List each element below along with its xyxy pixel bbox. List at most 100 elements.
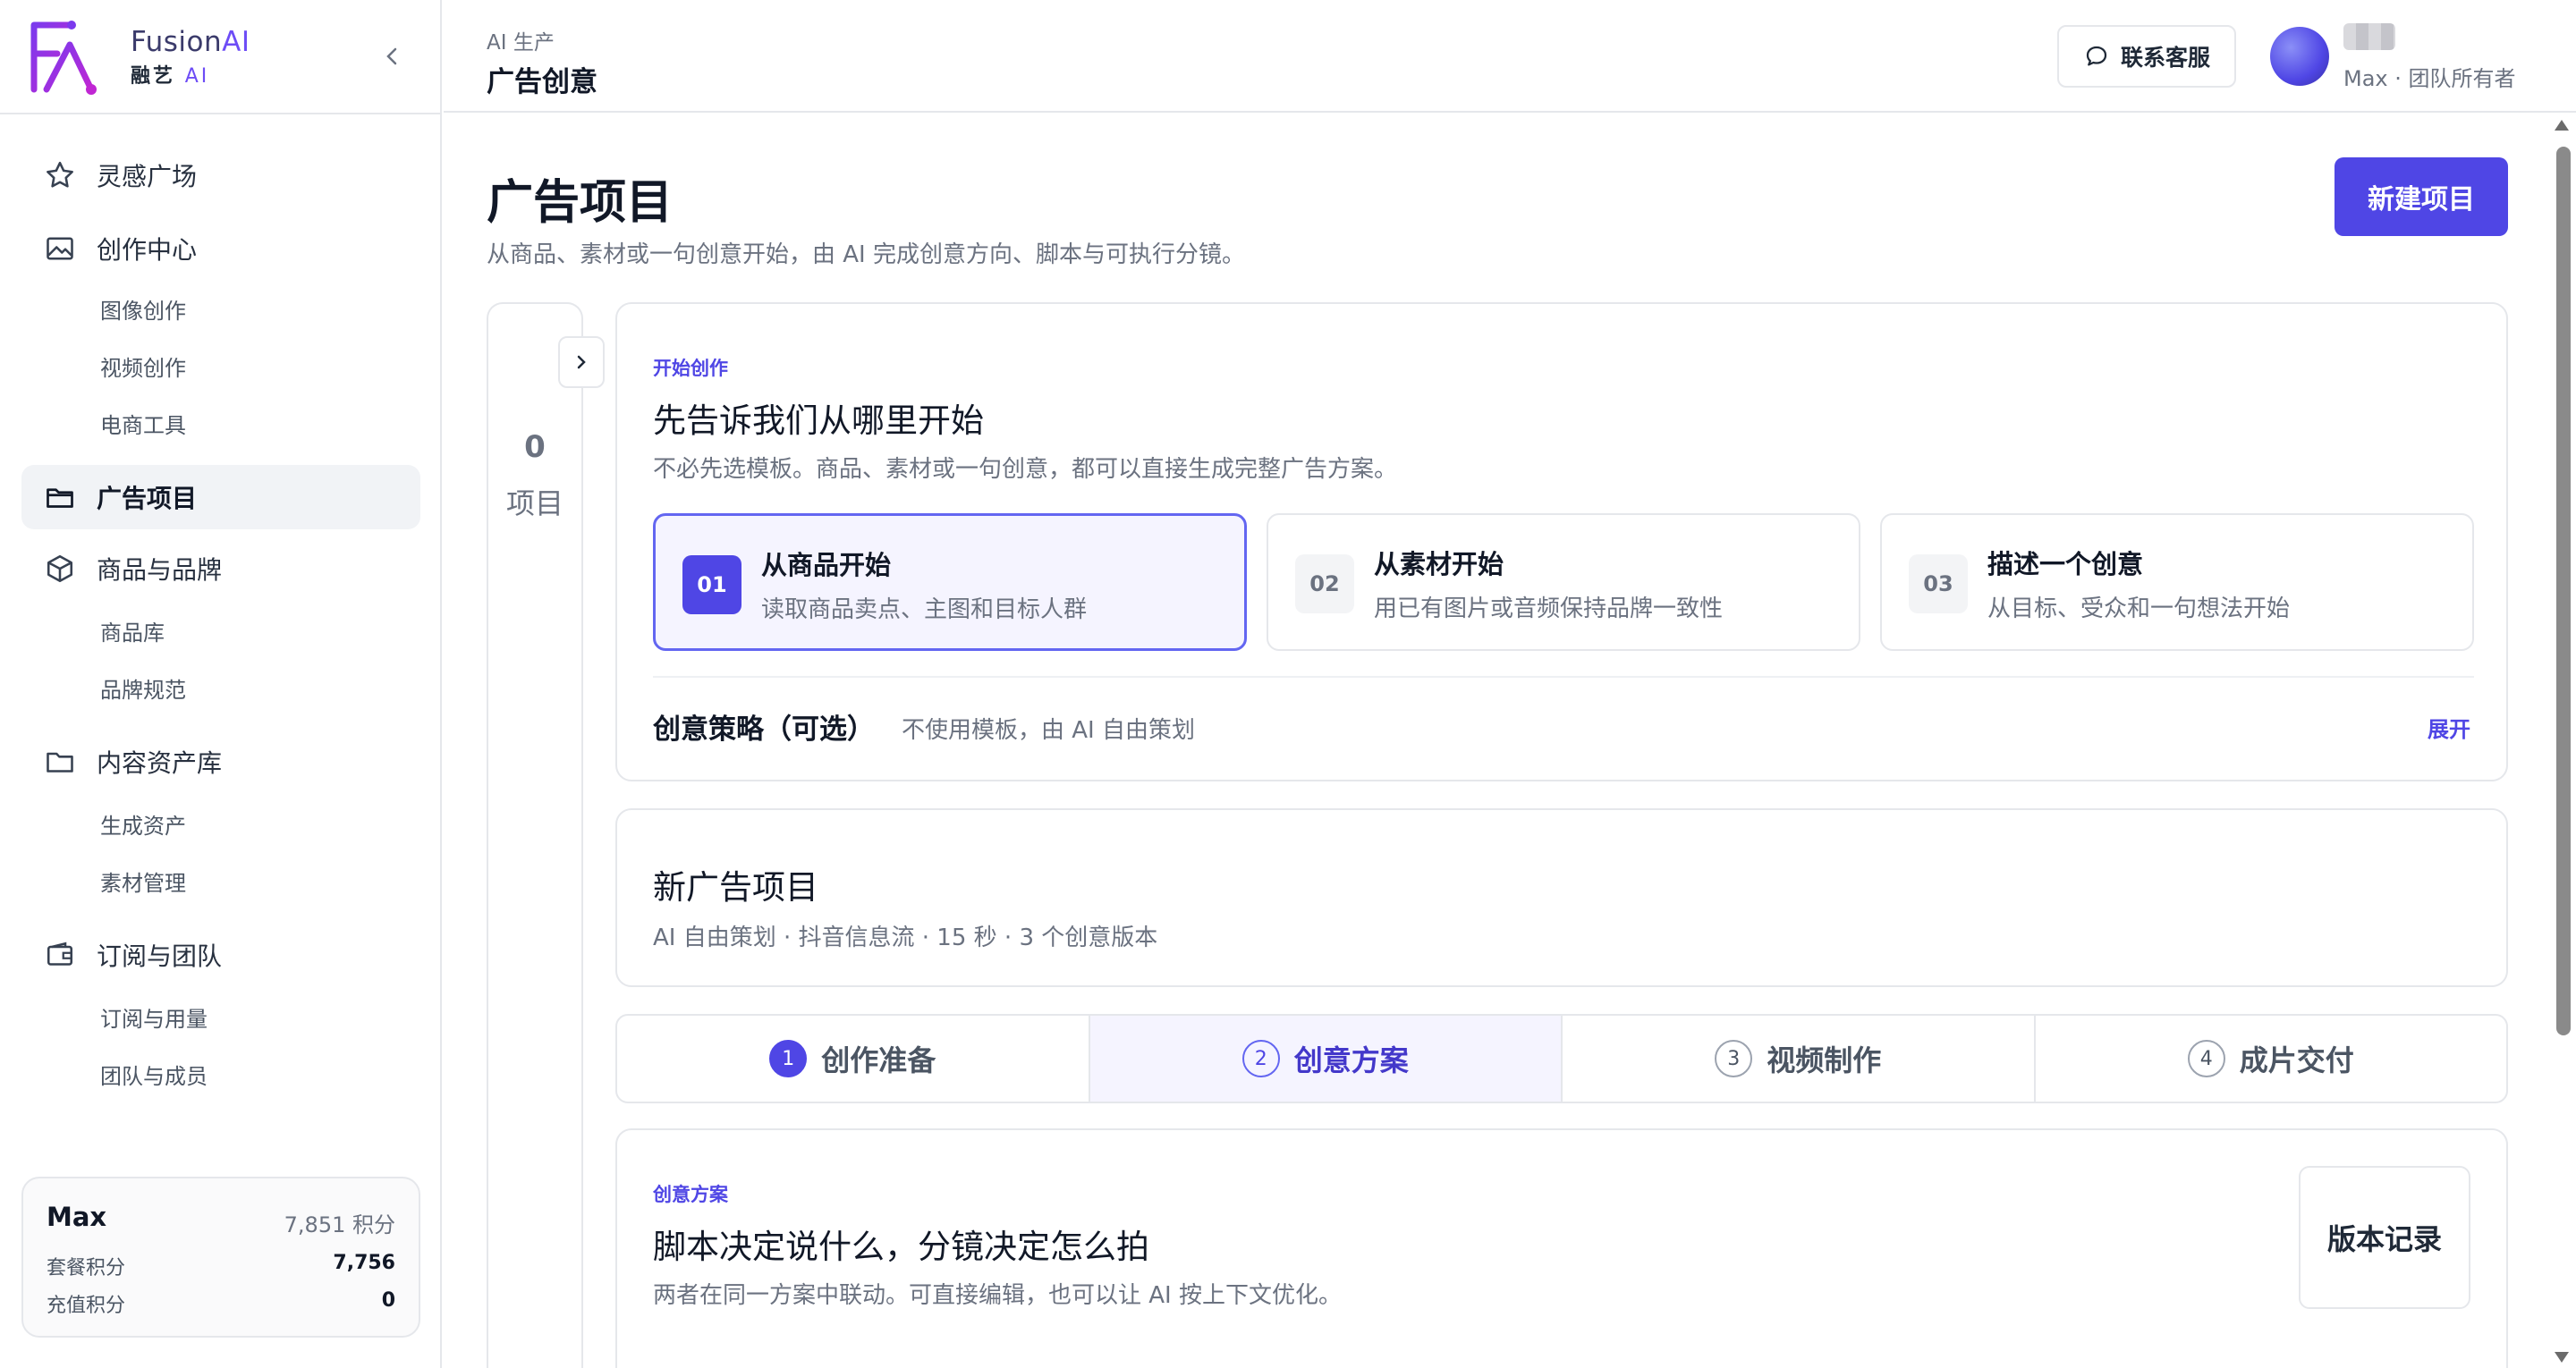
folder-open-icon: [43, 480, 77, 514]
option-title: 从素材开始: [1374, 549, 1504, 579]
step-delivery[interactable]: 4 成片交付: [2036, 1016, 2507, 1102]
nav-item-label: 灵感广场: [97, 162, 198, 191]
main-content: 广告项目 从商品、素材或一句创意开始，由 AI 完成创意方向、脚本与可执行分镜。…: [444, 114, 2547, 1368]
page-scrollbar[interactable]: [2547, 114, 2576, 1368]
chevron-right-icon: [577, 355, 586, 369]
project-title[interactable]: 新广告项目: [653, 860, 818, 908]
strategy-title: 创意策略（可选）: [653, 714, 875, 746]
plan-credits-value: 7,756: [333, 1252, 395, 1274]
nav-sub-subscription-usage[interactable]: 订阅与用量: [100, 1001, 369, 1037]
top-header: AI 生产 广告创意 联系客服 Max · 团队所有者: [444, 0, 2576, 113]
folder-icon: [43, 745, 77, 779]
nav-sub-image-creation[interactable]: 图像创作: [100, 293, 369, 329]
nav-item-asset-library[interactable]: 内容资产库: [21, 730, 420, 794]
start-subtext: 不必先选模板。商品、素材或一句创意，都可以直接生成完整广告方案。: [653, 456, 1398, 483]
option-description: 读取商品卖点、主图和目标人群: [761, 596, 1088, 623]
credits-total: 7,851 积分: [284, 1212, 395, 1237]
breadcrumb[interactable]: AI 生产: [487, 25, 555, 55]
option-describe-idea[interactable]: 03 描述一个创意 从目标、受众和一句想法开始: [1880, 513, 2474, 651]
option-number: 02: [1295, 554, 1354, 613]
star-icon: [43, 158, 77, 192]
user-role: Max · 团队所有者: [2343, 66, 2516, 91]
strategy-description: 不使用模板，由 AI 自由策划: [902, 717, 1195, 744]
strategy-expand-link[interactable]: 展开: [2428, 712, 2470, 743]
scrollbar-thumb[interactable]: [2556, 147, 2571, 1035]
project-meta: AI 自由策划 · 抖音信息流 · 15 秒 · 3 个创意版本: [653, 925, 1158, 951]
start-eyebrow: 开始创作: [653, 358, 728, 379]
project-count-label: 项目: [505, 486, 564, 520]
credits-user-name: Max: [47, 1202, 107, 1232]
box-icon: [43, 552, 77, 586]
fusion-logo-icon: [30, 21, 97, 95]
start-creation-card: 开始创作 先告诉我们从哪里开始 不必先选模板。商品、素材或一句创意，都可以直接生…: [615, 302, 2508, 781]
sidebar: FusionAI 融艺 AI 灵感广场 创作中心 图像创作 视频创作 电商工具 …: [0, 0, 442, 1368]
step-number: 3: [1715, 1040, 1753, 1077]
option-number: 03: [1909, 554, 1968, 613]
blurred-username: [2343, 23, 2395, 50]
divider: [0, 113, 442, 114]
chat-bubble-icon: [2086, 46, 2107, 66]
nav-item-subscription-team[interactable]: 订阅与团队: [21, 923, 420, 987]
nav-sub-generated-assets[interactable]: 生成资产: [100, 808, 369, 844]
wallet-icon: [43, 938, 77, 972]
new-project-button[interactable]: 新建项目: [2334, 157, 2508, 236]
option-from-product[interactable]: 01 从商品开始 读取商品卖点、主图和目标人群: [653, 513, 1247, 651]
nav-item-label: 商品与品牌: [97, 555, 223, 585]
step-number: 1: [769, 1040, 808, 1077]
nav-item-inspiration[interactable]: 灵感广场: [21, 143, 420, 207]
nav-sub-brand-guidelines[interactable]: 品牌规范: [100, 672, 369, 708]
topup-credits-value: 0: [381, 1289, 395, 1312]
step-number: 2: [1241, 1040, 1280, 1077]
option-description: 用已有图片或音频保持品牌一致性: [1374, 595, 1724, 622]
workflow-stepper: 1 创作准备 2 创意方案 3 视频制作 4 成片交付: [615, 1014, 2508, 1103]
scroll-up-arrow-icon[interactable]: [2555, 120, 2569, 131]
plan-credits-label: 套餐积分: [47, 1257, 126, 1279]
step-label: 创意方案: [1293, 1043, 1409, 1077]
plan-heading: 脚本决定说什么，分镜决定怎么拍: [653, 1228, 1149, 1266]
nav-item-label: 广告项目: [97, 484, 198, 513]
page-title: 广告项目: [487, 176, 674, 230]
brand-name: FusionAI: [131, 26, 250, 58]
collapse-sidebar-button[interactable]: [381, 43, 402, 70]
nav-sub-video-creation[interactable]: 视频创作: [100, 350, 369, 386]
nav-item-label: 创作中心: [97, 235, 198, 265]
brand-logo[interactable]: FusionAI 融艺 AI: [27, 16, 250, 98]
creative-plan-card: 创意方案 脚本决定说什么，分镜决定怎么拍 两者在同一方案中联动。可直接编辑，也可…: [615, 1128, 2508, 1368]
page-section-title: 广告创意: [487, 66, 597, 98]
project-count: 0: [524, 429, 546, 465]
version-history-button[interactable]: 版本记录: [2299, 1166, 2470, 1309]
option-description: 从目标、受众和一句想法开始: [1987, 595, 2291, 622]
project-info-card: 新广告项目 AI 自由策划 · 抖音信息流 · 15 秒 · 3 个创意版本: [615, 808, 2508, 987]
step-label: 创作准备: [821, 1043, 936, 1077]
nav-item-products-brand[interactable]: 商品与品牌: [21, 536, 420, 601]
nav-item-label: 内容资产库: [97, 748, 223, 778]
nav-sub-ecommerce-tools[interactable]: 电商工具: [100, 408, 369, 443]
plan-eyebrow: 创意方案: [653, 1184, 728, 1205]
plan-subtext: 两者在同一方案中联动。可直接编辑，也可以让 AI 按上下文优化。: [653, 1282, 1342, 1309]
step-creative-plan[interactable]: 2 创意方案: [1089, 1016, 1563, 1102]
nav-item-label: 订阅与团队: [97, 942, 223, 971]
contact-support-button[interactable]: 联系客服: [2057, 25, 2236, 88]
option-from-material[interactable]: 02 从素材开始 用已有图片或音频保持品牌一致性: [1267, 513, 1860, 651]
scroll-down-arrow-icon[interactable]: [2555, 1352, 2569, 1363]
avatar[interactable]: [2270, 27, 2329, 86]
option-title: 描述一个创意: [1987, 549, 2144, 579]
nav-sub-team-members[interactable]: 团队与成员: [100, 1059, 369, 1094]
nav-item-ad-projects[interactable]: 广告项目: [21, 465, 420, 529]
nav-item-creation-center[interactable]: 创作中心: [21, 216, 420, 281]
chevron-left-icon: [386, 47, 397, 65]
step-label: 视频制作: [1767, 1043, 1882, 1077]
step-video-production[interactable]: 3 视频制作: [1563, 1016, 2036, 1102]
expand-panel-button[interactable]: [558, 336, 605, 388]
nav-sub-product-library[interactable]: 商品库: [100, 615, 369, 651]
step-preparation[interactable]: 1 创作准备: [617, 1016, 1090, 1102]
step-number: 4: [2187, 1040, 2225, 1077]
option-title: 从商品开始: [761, 550, 892, 580]
nav-sub-material-management[interactable]: 素材管理: [100, 866, 369, 901]
page-description: 从商品、素材或一句创意开始，由 AI 完成创意方向、脚本与可执行分镜。: [487, 241, 1245, 268]
image-icon: [43, 232, 77, 266]
credits-card[interactable]: Max 7,851 积分 套餐积分 7,756 充值积分 0: [21, 1177, 420, 1338]
contact-support-label: 联系客服: [2120, 45, 2210, 71]
topup-credits-label: 充值积分: [47, 1295, 126, 1317]
option-number: 01: [682, 555, 741, 614]
